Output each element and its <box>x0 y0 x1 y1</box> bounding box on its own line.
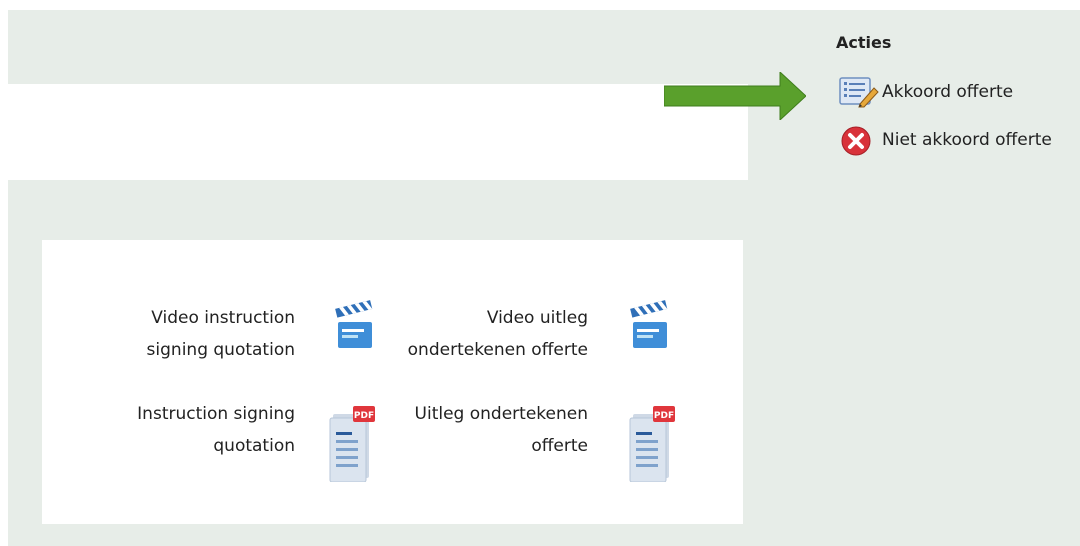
instruction-pdf-label: Instruction signing quotation <box>137 404 295 456</box>
reject-icon <box>838 124 882 156</box>
svg-text:PDF: PDF <box>354 411 374 421</box>
arrow-right-icon <box>664 72 806 120</box>
content-area <box>8 84 748 180</box>
reject-quotation-label: Niet akkoord offerte <box>882 130 1052 150</box>
video-uitleg-label: Video uitleg ondertekenen offerte <box>407 308 588 360</box>
video-uitleg-link[interactable]: Video uitleg ondertekenen offerte <box>382 300 682 370</box>
pdf-document-icon: PDF <box>327 402 377 486</box>
pdf-document-icon: PDF <box>627 402 677 486</box>
video-instruction-link[interactable]: Video instruction signing quotation <box>82 300 373 370</box>
actions-heading: Acties <box>836 33 892 52</box>
clapperboard-icon <box>627 300 671 356</box>
approve-quotation-action[interactable]: Akkoord offerte <box>838 76 1013 108</box>
uitleg-pdf-link[interactable]: Uitleg ondertekenen offerte PDF <box>382 400 692 490</box>
approve-quotation-label: Akkoord offerte <box>882 82 1014 102</box>
instructions-card: Video instruction signing quotation Vide… <box>42 240 743 524</box>
document-edit-icon <box>838 76 882 108</box>
uitleg-pdf-label: Uitleg ondertekenen offerte <box>414 404 588 456</box>
clapperboard-icon <box>332 300 376 356</box>
video-instruction-label: Video instruction signing quotation <box>146 308 295 360</box>
reject-quotation-action[interactable]: Niet akkoord offerte <box>838 124 1052 156</box>
instruction-pdf-link[interactable]: Instruction signing quotation PDF <box>82 400 375 490</box>
svg-text:PDF: PDF <box>654 411 674 421</box>
